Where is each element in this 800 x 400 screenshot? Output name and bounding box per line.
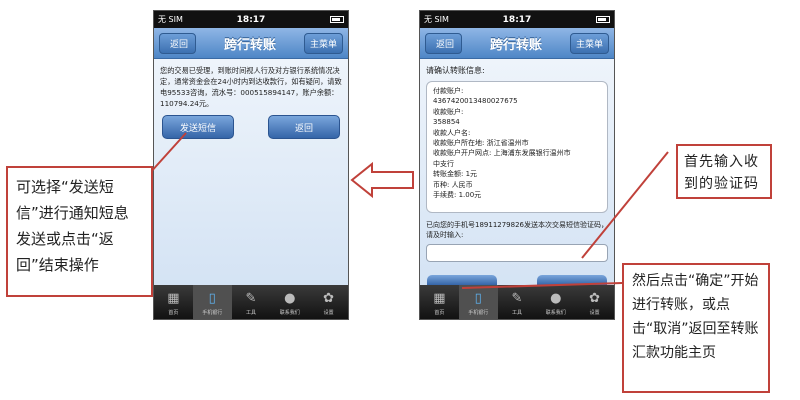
callout-top-right: 首先输入收到的验证码 bbox=[676, 144, 772, 199]
flow-arrow-icon bbox=[350, 161, 414, 199]
pointer-line-top-right bbox=[581, 151, 669, 259]
callout-left: 可选择“发送短信”进行通知短息发送或点击“返回”结束操作 bbox=[6, 166, 153, 297]
callout-bottom-right: 然后点击“确定”开始进行转账，或点击“取消”返回至转账汇款功能主页 bbox=[622, 263, 770, 393]
pointer-line-bottom-right bbox=[461, 282, 623, 289]
